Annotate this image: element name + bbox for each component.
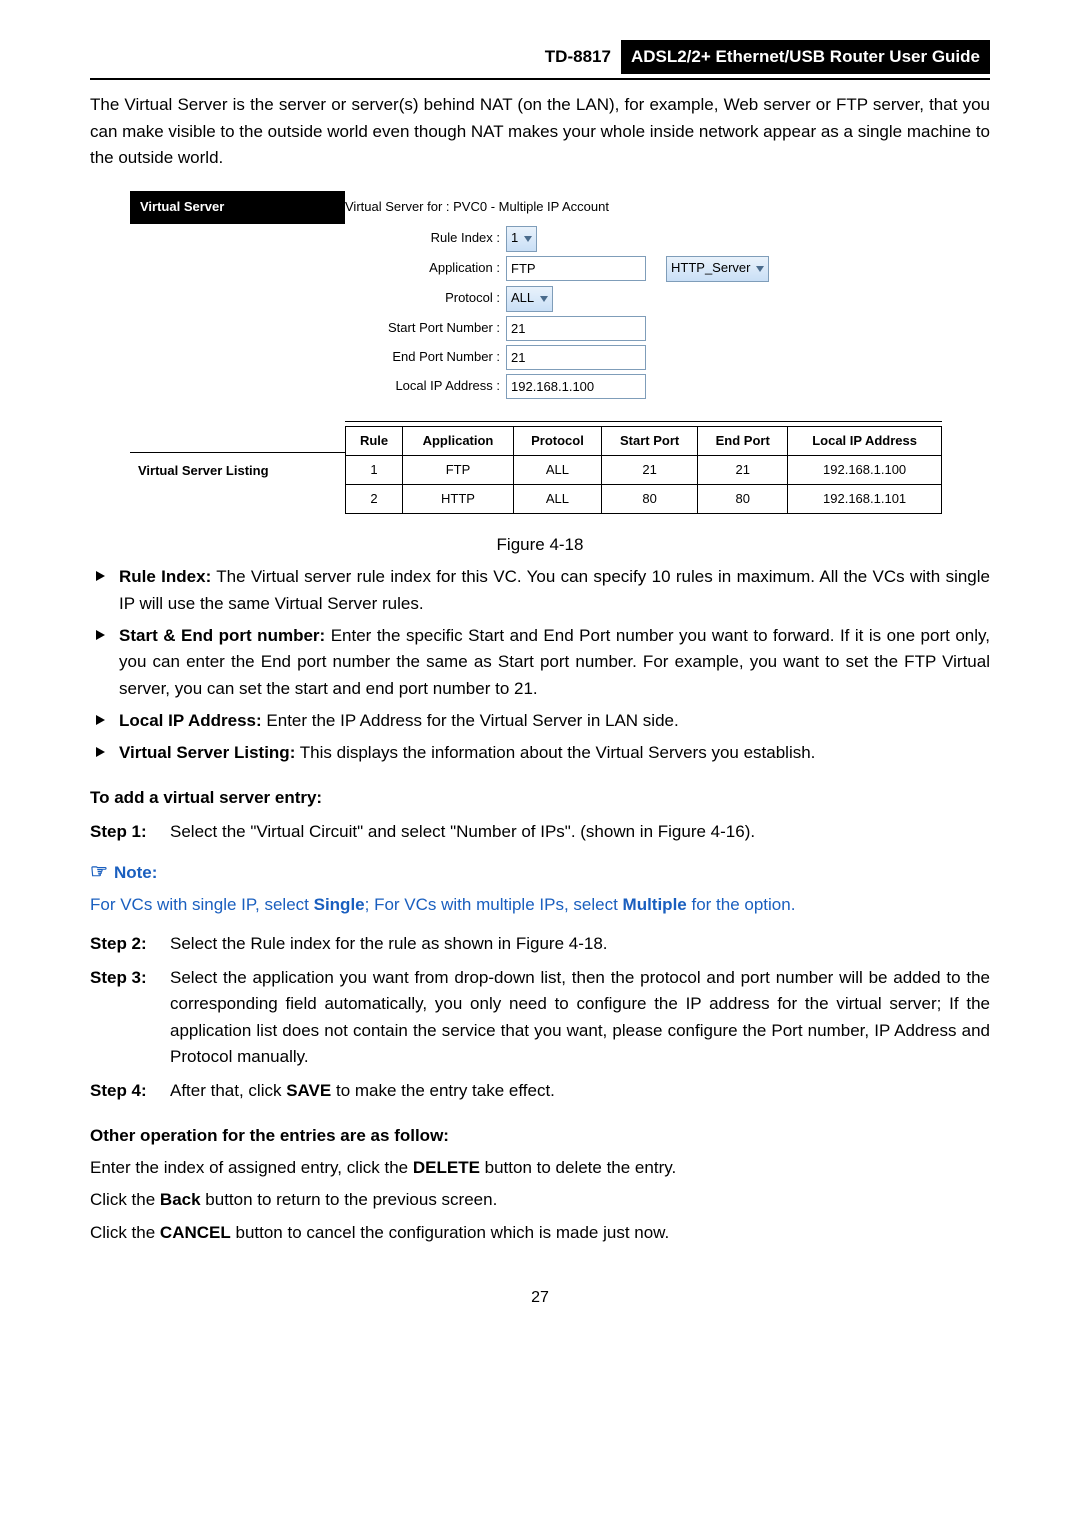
bullet-virtual-server-listing: Virtual Server Listing: This displays th… — [119, 740, 990, 766]
col-rule: Rule — [346, 426, 403, 455]
triangle-bullet-icon — [96, 571, 105, 581]
col-end-port: End Port — [698, 426, 788, 455]
rule-index-select[interactable]: 1 — [506, 226, 537, 252]
start-port-input[interactable] — [506, 316, 646, 341]
panel-title: Virtual Server — [130, 191, 345, 223]
protocol-label: Protocol : — [345, 288, 506, 308]
add-entry-heading: To add a virtual server entry: — [90, 785, 990, 811]
step2-body: Select the Rule index for the rule as sh… — [170, 931, 990, 957]
other-line-cancel: Click the CANCEL button to cancel the co… — [90, 1220, 990, 1246]
end-port-label: End Port Number : — [345, 347, 506, 367]
local-ip-input[interactable] — [506, 374, 646, 399]
step3-label: Step 3: — [90, 965, 170, 991]
local-ip-label: Local IP Address : — [345, 376, 506, 396]
panel-caption: Virtual Server for : PVC0 - Multiple IP … — [345, 197, 942, 217]
bullet-local-ip: Local IP Address: Enter the IP Address f… — [119, 708, 990, 734]
col-application: Application — [403, 426, 514, 455]
application-preset-select[interactable]: HTTP_Server — [666, 256, 769, 282]
doc-model: TD-8817 — [535, 40, 621, 74]
header-underline — [90, 78, 990, 80]
table-row: 2 HTTP ALL 80 80 192.168.1.101 — [346, 484, 942, 513]
doc-header-title: ADSL2/2+ Ethernet/USB Router User Guide — [621, 40, 990, 74]
intro-paragraph: The Virtual Server is the server or serv… — [90, 92, 990, 171]
other-operation-heading: Other operation for the entries are as f… — [90, 1123, 990, 1149]
triangle-bullet-icon — [96, 747, 105, 757]
figure-caption: Figure 4-18 — [90, 532, 990, 558]
col-local-ip: Local IP Address — [788, 426, 942, 455]
other-line-delete: Enter the index of assigned entry, click… — [90, 1155, 990, 1181]
protocol-select[interactable]: ALL — [506, 286, 553, 312]
virtual-server-table: Rule Application Protocol Start Port End… — [345, 426, 942, 514]
rule-index-value: 1 — [511, 228, 518, 248]
listing-title: Virtual Server Listing — [130, 457, 345, 485]
triangle-bullet-icon — [96, 715, 105, 725]
protocol-value: ALL — [511, 288, 534, 308]
page-number: 27 — [90, 1286, 990, 1311]
separator-line — [345, 421, 942, 422]
application-input[interactable] — [506, 256, 646, 281]
application-label: Application : — [345, 258, 506, 278]
chevron-down-icon — [540, 296, 548, 302]
bullet-start-end-port: Start & End port number: Enter the speci… — [119, 623, 990, 702]
col-start-port: Start Port — [602, 426, 698, 455]
step1-body: Select the "Virtual Circuit" and select … — [170, 819, 990, 845]
pointing-hand-icon: ☞ — [90, 857, 108, 888]
step3-body: Select the application you want from dro… — [170, 965, 990, 1070]
application-preset-value: HTTP_Server — [671, 258, 750, 278]
triangle-bullet-icon — [96, 630, 105, 640]
note-body: For VCs with single IP, select Single; F… — [90, 892, 990, 918]
note-label: Note: — [114, 860, 157, 886]
step4-label: Step 4: — [90, 1078, 170, 1104]
end-port-input[interactable] — [506, 345, 646, 370]
separator-line — [130, 452, 345, 453]
bullet-rule-index: Rule Index: The Virtual server rule inde… — [119, 564, 990, 617]
step1-label: Step 1: — [90, 819, 170, 845]
other-line-back: Click the Back button to return to the p… — [90, 1187, 990, 1213]
step2-label: Step 2: — [90, 931, 170, 957]
chevron-down-icon — [524, 236, 532, 242]
chevron-down-icon — [756, 266, 764, 272]
table-row: 1 FTP ALL 21 21 192.168.1.100 — [346, 455, 942, 484]
step4-body: After that, click SAVE to make the entry… — [170, 1078, 990, 1104]
rule-index-label: Rule Index : — [345, 228, 506, 248]
start-port-label: Start Port Number : — [345, 318, 506, 338]
col-protocol: Protocol — [513, 426, 601, 455]
virtual-server-panel: Virtual Server Virtual Server for : PVC0… — [130, 191, 950, 522]
